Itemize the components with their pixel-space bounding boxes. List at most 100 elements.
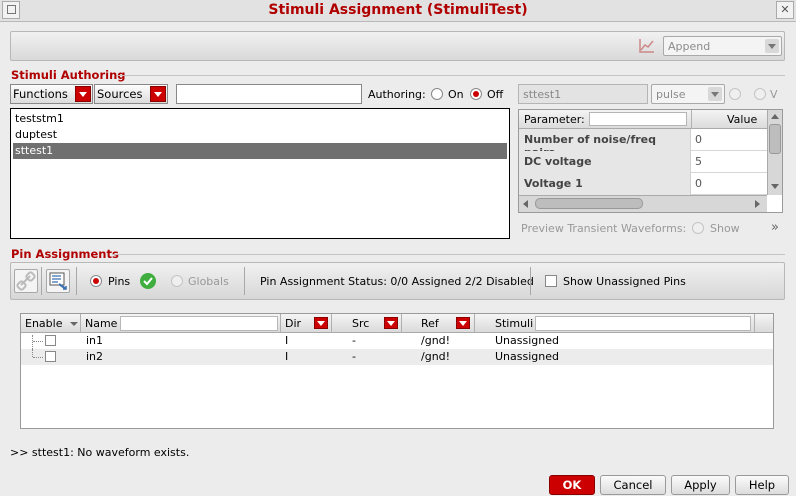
- dir-column-header[interactable]: Dir: [281, 314, 332, 333]
- title-bar: Stimuli Assignment (StimuliTest) ✕: [0, 0, 796, 22]
- assign-pins-icon[interactable]: [46, 269, 70, 293]
- ref-column-header[interactable]: Ref: [417, 314, 475, 333]
- name-filter-input[interactable]: [120, 316, 278, 331]
- pin-table-header: Enable Name Dir Src Ref Stimuli: [21, 314, 773, 333]
- pin-assignment-status: Pin Assignment Status: 0/0 Assigned 2/2 …: [260, 275, 534, 288]
- enable-checkbox[interactable]: [45, 335, 56, 346]
- param-value[interactable]: 5: [692, 151, 767, 173]
- checkmark-icon: [140, 273, 156, 289]
- scroll-up-icon[interactable]: [771, 114, 779, 119]
- stimuli-column-header[interactable]: Stimuli: [491, 314, 755, 333]
- pin-dir: I: [285, 350, 289, 363]
- sources-dropdown[interactable]: Sources: [94, 84, 168, 104]
- list-item-selected[interactable]: sttest1: [13, 143, 507, 159]
- name-column-header[interactable]: Name: [81, 314, 281, 333]
- table-row[interactable]: in2 I - /gnd! Unassigned: [21, 349, 773, 365]
- chevron-down-icon: [708, 87, 722, 101]
- chevron-down-icon: [765, 39, 779, 53]
- v-radio-label: V: [770, 88, 778, 101]
- authoring-label: Authoring:: [368, 88, 426, 101]
- enable-header-label: Enable: [25, 317, 63, 330]
- stimuli-list[interactable]: teststm1 duptest sttest1: [10, 108, 510, 239]
- pin-table: Enable Name Dir Src Ref Stimuli in1 I -: [20, 313, 774, 429]
- list-item[interactable]: duptest: [13, 127, 507, 143]
- help-button[interactable]: Help: [735, 475, 789, 495]
- globals-label: Globals: [188, 275, 229, 288]
- close-button[interactable]: ✕: [776, 1, 794, 19]
- authoring-on-label: On: [448, 88, 464, 101]
- link-icon[interactable]: [14, 269, 38, 293]
- pins-radio[interactable]: [90, 275, 102, 287]
- ref-header-label: Ref: [421, 317, 439, 330]
- show-unassigned-label: Show Unassigned Pins: [563, 275, 686, 288]
- value-header-label: Value: [727, 113, 758, 126]
- table-row[interactable]: DC voltage 5: [519, 151, 767, 173]
- functions-dropdown[interactable]: Functions: [10, 84, 93, 104]
- parameter-filter-input[interactable]: [589, 112, 687, 126]
- table-row[interactable]: Voltage 1 0: [519, 173, 767, 195]
- scroll-thumb[interactable]: [769, 124, 781, 154]
- scroll-down-icon[interactable]: [771, 184, 779, 189]
- chart-icon[interactable]: [638, 38, 656, 54]
- stimuli-header-label: Stimuli: [495, 317, 534, 330]
- stimulus-name-field[interactable]: sttest1: [518, 84, 648, 104]
- enable-checkbox[interactable]: [45, 351, 56, 362]
- mode-select[interactable]: Append: [663, 36, 782, 56]
- src-header-label: Src: [352, 317, 370, 330]
- option-radio[interactable]: [729, 88, 741, 100]
- pin-stimuli: Unassigned: [495, 350, 559, 363]
- close-icon: ✕: [780, 3, 790, 16]
- v-radio[interactable]: [754, 88, 766, 100]
- stimulus-type-value: pulse: [656, 88, 686, 101]
- table-row[interactable]: Number of noise/freq pairs 0: [519, 129, 767, 159]
- dir-header-label: Dir: [285, 317, 302, 330]
- tree-line: [32, 335, 33, 349]
- chevron-down-icon: [75, 86, 91, 102]
- expand-icon[interactable]: »: [771, 220, 779, 235]
- pin-dir: I: [285, 334, 289, 347]
- vertical-scrollbar[interactable]: [767, 110, 782, 195]
- ok-button[interactable]: OK: [549, 475, 595, 495]
- src-column-header[interactable]: Src: [348, 314, 402, 333]
- pin-src: -: [352, 334, 356, 347]
- toolbar-separator: [244, 267, 245, 295]
- pin-ref: /gnd!: [421, 334, 451, 347]
- parameter-header-label: Parameter:: [524, 113, 585, 126]
- table-row[interactable]: in1 I - /gnd! Unassigned: [21, 333, 773, 349]
- stimulus-type-select[interactable]: pulse: [651, 84, 725, 104]
- toolbar-separator: [76, 267, 77, 295]
- chevron-down-icon[interactable]: [314, 317, 328, 329]
- show-unassigned-checkbox[interactable]: [545, 275, 557, 287]
- section-divider: [118, 75, 785, 76]
- sort-icon[interactable]: [70, 322, 78, 326]
- globals-radio[interactable]: [171, 275, 183, 287]
- scroll-thumb[interactable]: [535, 198, 643, 209]
- pin-assignments-title: Pin Assignments: [11, 247, 119, 261]
- preview-show-radio[interactable]: [692, 222, 704, 234]
- param-name: DC voltage: [519, 151, 691, 173]
- preview-label: Preview Transient Waveforms:: [521, 222, 687, 235]
- horizontal-scrollbar[interactable]: [519, 195, 767, 212]
- enable-column-header[interactable]: Enable: [21, 314, 81, 333]
- parameter-table-header: Parameter: Value: [519, 110, 767, 129]
- param-value[interactable]: 0: [692, 173, 767, 195]
- apply-button[interactable]: Apply: [671, 475, 730, 495]
- scroll-left-icon[interactable]: [523, 200, 528, 208]
- param-value[interactable]: 0: [692, 129, 767, 151]
- name-header-label: Name: [85, 317, 118, 330]
- chevron-down-icon[interactable]: [456, 317, 470, 329]
- status-message: >> sttest1: No waveform exists.: [10, 446, 190, 459]
- stimuli-authoring-title: Stimuli Authoring: [11, 68, 126, 82]
- filter-input[interactable]: [176, 84, 362, 104]
- authoring-off-radio[interactable]: [470, 88, 482, 100]
- scroll-right-icon[interactable]: [755, 200, 760, 208]
- tree-line: [33, 341, 43, 342]
- tree-line: [32, 349, 33, 357]
- list-item[interactable]: teststm1: [13, 111, 507, 127]
- stimuli-filter-input[interactable]: [535, 316, 751, 331]
- top-toolbar: Append: [10, 31, 785, 61]
- toolbar-separator: [530, 267, 531, 295]
- chevron-down-icon[interactable]: [384, 317, 398, 329]
- authoring-on-radio[interactable]: [431, 88, 443, 100]
- cancel-button[interactable]: Cancel: [600, 475, 666, 495]
